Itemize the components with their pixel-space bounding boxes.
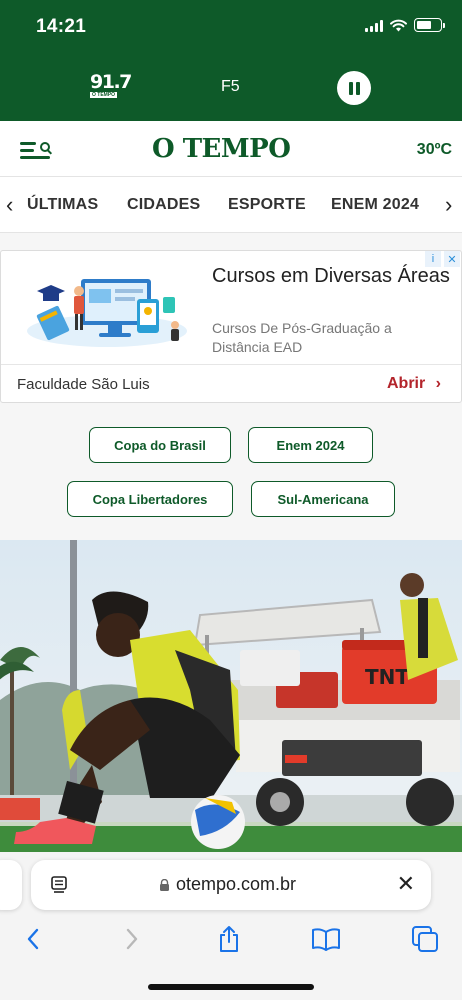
chevron-left-icon xyxy=(27,928,39,950)
temperature: 30ºC xyxy=(416,141,452,158)
site-logo[interactable]: O TEMPO xyxy=(152,134,291,164)
back-button[interactable] xyxy=(18,924,48,954)
url-text[interactable]: otempo.com.br xyxy=(176,874,296,895)
close-icon[interactable]: ✕ xyxy=(397,873,415,895)
site-header: O TEMPO 30ºC xyxy=(0,121,462,177)
lock-icon xyxy=(160,879,169,891)
chevron-right-icon[interactable]: › xyxy=(445,194,452,216)
forward-button[interactable] xyxy=(117,924,147,954)
ad-open-button[interactable]: Abrir › xyxy=(387,375,441,393)
search-icon xyxy=(40,142,50,152)
battery-level xyxy=(417,21,432,29)
radio-station-name: F5 xyxy=(221,78,240,95)
tag-enem-2024[interactable]: Enem 2024 xyxy=(248,427,373,463)
status-time: 14:21 xyxy=(36,16,87,37)
radio-frequency: 91.7 xyxy=(90,71,132,93)
radio-logo[interactable]: 91.7 O TEMPO xyxy=(90,71,132,99)
radio-logo-sub: O TEMPO xyxy=(90,92,118,98)
menu-search-button[interactable] xyxy=(20,140,50,160)
ad-divider xyxy=(1,364,461,365)
hero-photo-illustration: TNT xyxy=(0,540,462,852)
ad-illustration xyxy=(27,279,187,347)
chevron-right-icon: › xyxy=(435,375,441,392)
category-cidades[interactable]: CIDADES xyxy=(127,196,200,214)
tabs-button[interactable] xyxy=(410,924,440,954)
browser-toolbar: otempo.com.br ✕ xyxy=(0,852,462,1000)
advertisement[interactable]: i ✕ Cursos em Diversas Áreas Cursos De P… xyxy=(0,250,462,403)
category-nav: ‹ ÚLTIMAS CIDADES ESPORTE ENEM 2024 › xyxy=(0,177,462,233)
ad-title[interactable]: Cursos em Diversas Áreas xyxy=(212,263,452,289)
book-icon xyxy=(312,928,340,951)
tabs-icon xyxy=(412,926,438,952)
hero-photo[interactable]: TNT xyxy=(0,540,462,852)
share-icon xyxy=(220,926,238,952)
chevron-left-icon[interactable]: ‹ xyxy=(6,194,13,216)
category-enem-2024[interactable]: ENEM 2024 xyxy=(331,196,419,214)
pause-button[interactable] xyxy=(337,71,371,105)
cart-brand: TNT xyxy=(365,665,409,689)
home-indicator[interactable] xyxy=(148,984,314,990)
ad-description: Cursos De Pós-Graduação a Distância EAD xyxy=(212,320,392,355)
tag-copa-libertadores[interactable]: Copa Libertadores xyxy=(67,481,233,517)
pause-icon xyxy=(348,81,353,95)
tag-copa-do-brasil[interactable]: Copa do Brasil xyxy=(89,427,231,463)
ad-open-label: Abrir xyxy=(386,375,426,392)
battery-icon xyxy=(414,18,445,32)
previous-tab-peek[interactable] xyxy=(0,860,22,910)
tag-sul-americana[interactable]: Sul-Americana xyxy=(251,481,395,517)
wifi-icon xyxy=(390,19,407,31)
category-esporte[interactable]: ESPORTE xyxy=(228,196,306,214)
cellular-signal-icon xyxy=(365,19,383,32)
share-button[interactable] xyxy=(214,924,244,954)
category-ultimas[interactable]: ÚLTIMAS xyxy=(27,196,98,214)
status-icons xyxy=(365,18,445,32)
page-menu-icon[interactable] xyxy=(51,876,67,894)
bookmarks-button[interactable] xyxy=(311,924,341,954)
chevron-right-icon xyxy=(126,928,138,950)
address-bar[interactable]: otempo.com.br ✕ xyxy=(31,860,431,910)
radio-player-bar: 14:21 91.7 O TEMPO F5 xyxy=(0,0,462,121)
ad-sponsor: Faculdade São Luis xyxy=(17,376,150,393)
